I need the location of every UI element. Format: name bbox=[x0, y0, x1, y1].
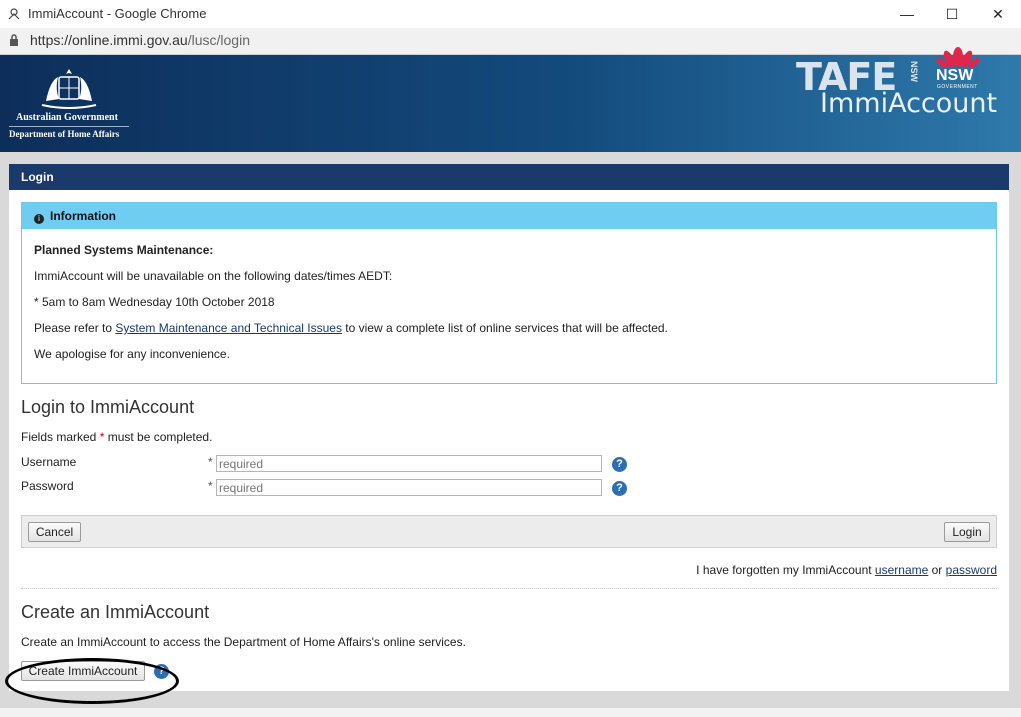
forgot-username-link[interactable]: username bbox=[875, 563, 928, 577]
information-title: Information bbox=[50, 209, 116, 223]
highlight-circle-annotation bbox=[5, 658, 179, 704]
browser-title-bar: ImmiAccount - Google Chrome — ☐ ✕ bbox=[0, 0, 1021, 28]
gov-name: Australian Government bbox=[16, 112, 118, 123]
info-icon: i bbox=[34, 214, 44, 224]
window-title: ImmiAccount - Google Chrome bbox=[28, 6, 207, 21]
url-text[interactable]: https://online.immi.gov.au/lusc/login bbox=[30, 32, 250, 48]
login-header: Login bbox=[9, 164, 1009, 190]
password-label: Password bbox=[21, 479, 74, 493]
maintenance-line-3-post: to view a complete list of online servic… bbox=[341, 321, 668, 335]
password-help-icon[interactable]: ? bbox=[612, 481, 627, 496]
maintenance-line-2: * 5am to 8am Wednesday 10th October 2018 bbox=[34, 295, 275, 309]
username-input[interactable] bbox=[216, 455, 602, 472]
lock-icon bbox=[10, 34, 18, 46]
tafe-nsw-text: NSW bbox=[909, 61, 919, 82]
login-title: Login to ImmiAccount bbox=[21, 397, 195, 417]
information-box: i Information Planned Systems Maintenance… bbox=[21, 202, 997, 384]
site-banner: Australian Government Department of Home… bbox=[0, 47, 1021, 152]
section-divider bbox=[21, 588, 997, 589]
url-host: https://online.immi.gov.au bbox=[30, 32, 188, 48]
create-account-description: Create an ImmiAccount to access the Depa… bbox=[21, 635, 466, 649]
close-window-button[interactable]: ✕ bbox=[975, 0, 1021, 28]
product-name: ImmiAccount bbox=[820, 88, 998, 119]
username-label: Username bbox=[21, 455, 77, 469]
nsw-logo-text: NSW bbox=[936, 67, 974, 84]
login-panel: Login i Information Planned Systems Maint… bbox=[5, 164, 1009, 704]
minimize-button[interactable]: — bbox=[884, 0, 930, 28]
waratah-icon bbox=[936, 47, 980, 69]
forgot-or: or bbox=[928, 563, 946, 577]
create-account-title: Create an ImmiAccount bbox=[21, 602, 210, 622]
department-name: Department of Home Affairs bbox=[9, 129, 120, 139]
maintenance-line-4: We apologise for any inconvenience. bbox=[34, 347, 230, 361]
address-bar[interactable]: https://online.immi.gov.au/lusc/login bbox=[0, 28, 1021, 55]
password-required-marker: * bbox=[208, 479, 213, 493]
url-path: /lusc/login bbox=[187, 32, 250, 48]
maintenance-heading: Planned Systems Maintenance: bbox=[34, 243, 214, 257]
window-bottom-edge bbox=[0, 708, 1021, 717]
maximize-button[interactable]: ☐ bbox=[929, 0, 975, 28]
fields-note-pre: Fields marked bbox=[21, 430, 100, 444]
forgot-text: I have forgotten my ImmiAccount bbox=[696, 563, 875, 577]
information-header: i Information bbox=[22, 203, 996, 229]
cancel-button[interactable]: Cancel bbox=[28, 522, 81, 542]
username-required-marker: * bbox=[208, 455, 213, 469]
login-button[interactable]: Login bbox=[944, 522, 990, 542]
coat-of-arms-icon bbox=[41, 69, 97, 109]
forgot-password-link[interactable]: password bbox=[946, 563, 997, 577]
system-maintenance-link[interactable]: System Maintenance and Technical Issues bbox=[115, 321, 342, 335]
gov-divider bbox=[9, 126, 129, 127]
button-bar: Cancel Login bbox=[21, 515, 997, 548]
maintenance-line-3-pre: Please refer to bbox=[34, 321, 116, 335]
fields-note-post: must be completed. bbox=[104, 430, 213, 444]
password-input[interactable] bbox=[216, 479, 602, 496]
username-help-icon[interactable]: ? bbox=[612, 457, 627, 472]
fields-note: Fields marked * must be completed. bbox=[21, 430, 212, 444]
maintenance-line-1: ImmiAccount will be unavailable on the f… bbox=[34, 269, 393, 283]
forgot-credentials: I have forgotten my ImmiAccount username… bbox=[696, 563, 997, 577]
crest-favicon-icon bbox=[8, 8, 20, 20]
maintenance-line-3: Please refer to System Maintenance and T… bbox=[34, 321, 668, 335]
